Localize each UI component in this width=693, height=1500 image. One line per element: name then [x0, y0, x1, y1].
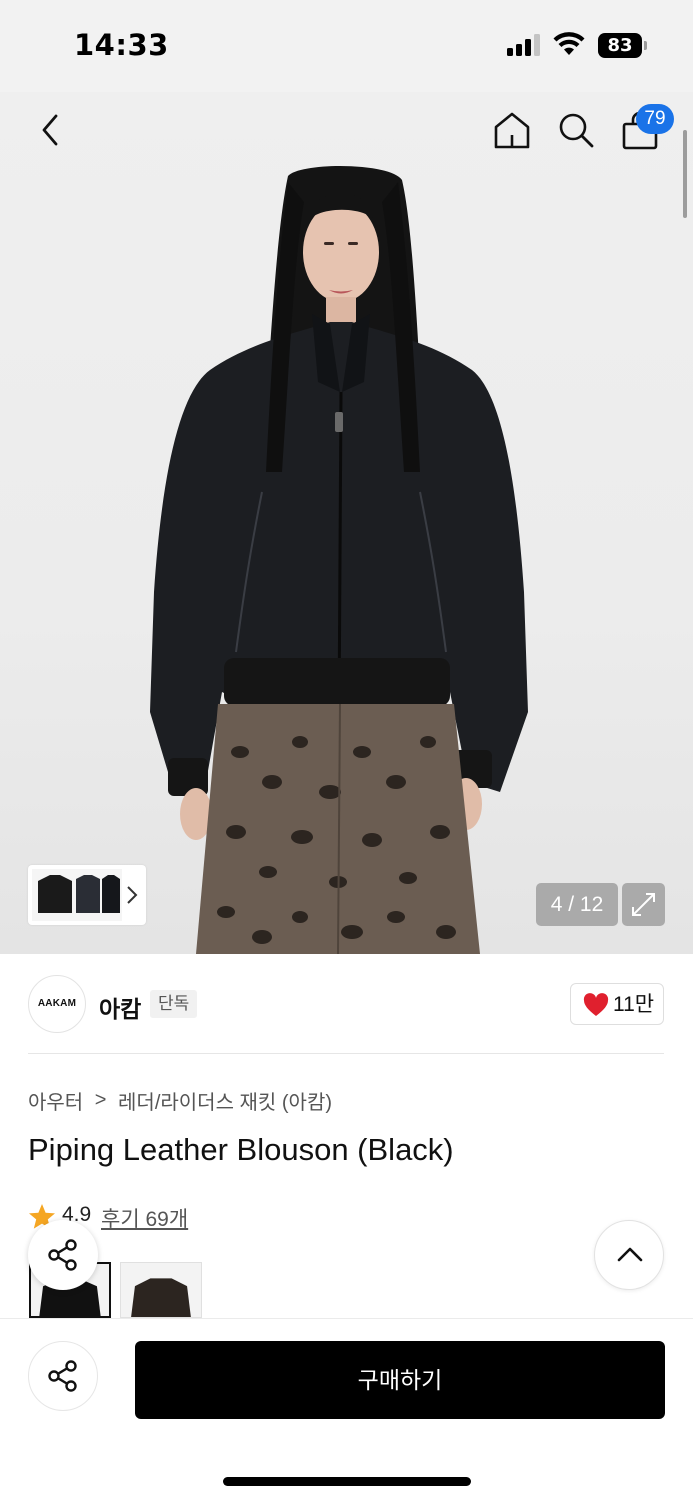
share-icon	[48, 1360, 77, 1392]
share-button[interactable]	[28, 1341, 98, 1411]
status-bar: 14:33 83	[0, 0, 693, 92]
color-swatch-brown	[121, 1263, 201, 1317]
color-option-brown[interactable]	[120, 1262, 202, 1318]
chevron-up-icon	[617, 1247, 643, 1262]
wifi-icon	[553, 32, 585, 55]
brand-name[interactable]: 아캄	[99, 990, 141, 1024]
review-count-link[interactable]: 후기 69개	[101, 1203, 188, 1233]
back-icon[interactable]	[38, 112, 64, 148]
breadcrumb: 아우터 > 레더/라이더스 재킷 (아캄)	[28, 1086, 332, 1115]
product-title: Piping Leather Blouson (Black)	[28, 1132, 454, 1167]
breadcrumb-subcategory[interactable]: 레더/라이더스 재킷 (아캄)	[118, 1086, 332, 1115]
home-icon[interactable]	[492, 110, 532, 150]
cellular-signal-icon	[507, 34, 541, 56]
scroll-to-top-button[interactable]	[594, 1220, 664, 1290]
share-icon	[48, 1239, 77, 1271]
expand-icon	[632, 893, 655, 916]
breadcrumb-category[interactable]: 아우터	[28, 1086, 83, 1115]
expand-image-button[interactable]	[622, 883, 665, 926]
chevron-right-icon	[127, 886, 138, 904]
bottom-action-bar: 구매하기	[0, 1318, 693, 1500]
scrollbar[interactable]	[683, 130, 687, 218]
status-time: 14:33	[74, 28, 169, 62]
breadcrumb-separator: >	[94, 1089, 107, 1111]
thumbnail-jackets	[32, 869, 122, 921]
search-icon[interactable]	[556, 110, 596, 150]
product-image-gallery[interactable]	[0, 92, 693, 954]
like-count: 11만	[613, 993, 655, 1016]
battery-icon: 83	[598, 33, 648, 58]
like-button[interactable]: 11만	[570, 983, 664, 1025]
cart-count-badge: 79	[636, 104, 674, 134]
brand-logo[interactable]: AAKAM	[28, 975, 86, 1033]
exclusive-badge: 단독	[150, 990, 198, 1018]
image-page-counter: 4 / 12	[536, 883, 618, 926]
home-indicator[interactable]	[223, 1477, 471, 1486]
floating-share-button[interactable]	[28, 1220, 98, 1290]
product-photo	[150, 165, 528, 954]
related-product-thumbnails[interactable]	[28, 865, 146, 925]
heart-icon	[583, 993, 609, 1016]
divider	[28, 1053, 664, 1054]
buy-button[interactable]: 구매하기	[135, 1341, 665, 1419]
battery-level: 83	[598, 33, 642, 58]
